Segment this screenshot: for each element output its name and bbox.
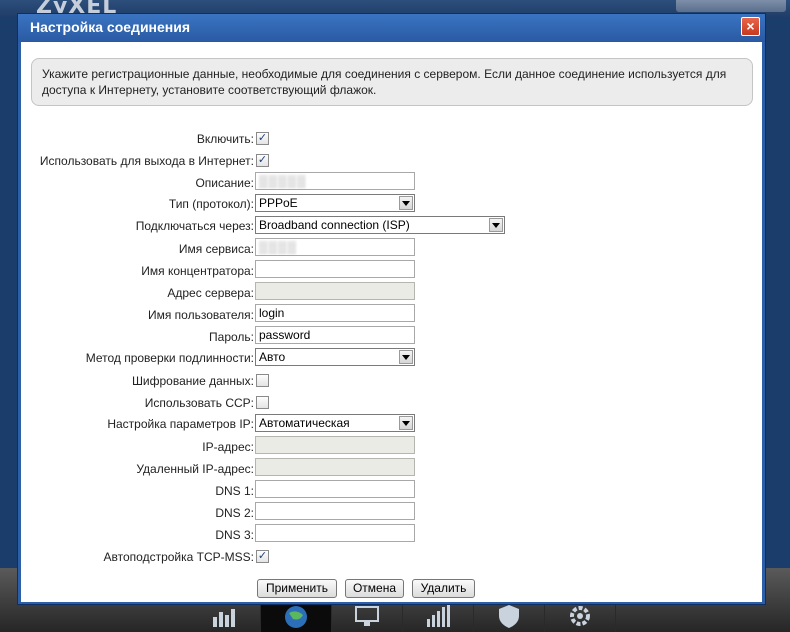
cancel-button[interactable]: Отмена: [345, 579, 404, 598]
close-button[interactable]: ×: [741, 17, 760, 36]
auth-method-value: Авто: [259, 350, 286, 364]
tcp-mss-label: Автоподстройка TCP-MSS:: [103, 550, 254, 564]
use-ccp-checkbox[interactable]: [256, 396, 269, 409]
service-name-label: Имя сервиса:: [178, 242, 254, 256]
dns2-label: DNS 2:: [215, 506, 254, 520]
protocol-value: PPPoE: [259, 196, 298, 210]
chevron-down-icon: [399, 196, 413, 210]
remote-ip-label: Удаленный IP-адрес:: [136, 462, 254, 476]
server-address-input[interactable]: [255, 282, 415, 300]
description-input[interactable]: ▒▒▒▒▒: [255, 172, 415, 190]
tcp-mss-checkbox[interactable]: ✓: [256, 550, 269, 563]
username-value: login: [259, 306, 285, 320]
password-value: password: [259, 328, 311, 342]
username-input[interactable]: login: [255, 304, 415, 322]
ip-address-input[interactable]: [255, 436, 415, 454]
use-ccp-label: Использовать CCP:: [144, 396, 254, 410]
remote-ip-input[interactable]: [255, 458, 415, 476]
ip-settings-select[interactable]: Автоматическая: [255, 414, 415, 432]
apply-button[interactable]: Применить: [257, 579, 337, 598]
description-label: Описание:: [195, 176, 254, 190]
use-for-internet-label: Использовать для выхода в Интернет:: [39, 154, 254, 168]
chevron-down-icon: [399, 416, 413, 430]
password-input[interactable]: password: [255, 326, 415, 344]
dns2-input[interactable]: [255, 502, 415, 520]
data-encryption-label: Шифрование данных:: [131, 374, 254, 388]
dialog-content: Укажите регистрационные данные, необходи…: [21, 42, 762, 602]
enable-label: Включить:: [196, 132, 254, 146]
dns3-input[interactable]: [255, 524, 415, 542]
background-header-tab: [676, 0, 786, 12]
protocol-label: Тип (протокол):: [168, 197, 254, 211]
dns1-input[interactable]: [255, 480, 415, 498]
server-address-label: Адрес сервера:: [167, 286, 254, 300]
chevron-down-icon: [399, 350, 413, 364]
concentrator-name-input[interactable]: [255, 260, 415, 278]
ip-address-label: IP-адрес:: [202, 440, 254, 454]
data-encryption-checkbox[interactable]: [256, 374, 269, 387]
chevron-down-icon: [489, 218, 503, 232]
dns3-label: DNS 3:: [215, 528, 254, 542]
delete-button[interactable]: Удалить: [412, 579, 475, 598]
connect-via-select[interactable]: Broadband connection (ISP): [255, 216, 505, 234]
use-for-internet-checkbox[interactable]: ✓: [256, 154, 269, 167]
connection-settings-dialog: Настройка соединения × Укажите регистрац…: [17, 13, 766, 605]
dialog-title: Настройка соединения: [30, 19, 191, 35]
connect-via-value: Broadband connection (ISP): [259, 218, 410, 232]
ip-settings-value: Автоматическая: [259, 416, 350, 430]
description-value: ▒▒▒▒▒: [259, 174, 307, 188]
auth-method-label: Метод проверки подлинности:: [85, 351, 254, 365]
ip-settings-label: Настройка параметров IP:: [107, 417, 254, 431]
dialog-titlebar: Настройка соединения ×: [18, 14, 765, 42]
auth-method-select[interactable]: Авто: [255, 348, 415, 366]
username-label: Имя пользователя:: [147, 308, 254, 322]
concentrator-name-label: Имя концентратора:: [141, 264, 254, 278]
protocol-select[interactable]: PPPoE: [255, 194, 415, 212]
enable-checkbox[interactable]: ✓: [256, 132, 269, 145]
service-name-value: ▒▒▒▒: [259, 240, 298, 254]
password-label: Пароль:: [209, 330, 254, 344]
info-message: Укажите регистрационные данные, необходи…: [31, 58, 753, 106]
dns1-label: DNS 1:: [215, 484, 254, 498]
connect-via-label: Подключаться через:: [135, 219, 254, 233]
service-name-input[interactable]: ▒▒▒▒: [255, 238, 415, 256]
